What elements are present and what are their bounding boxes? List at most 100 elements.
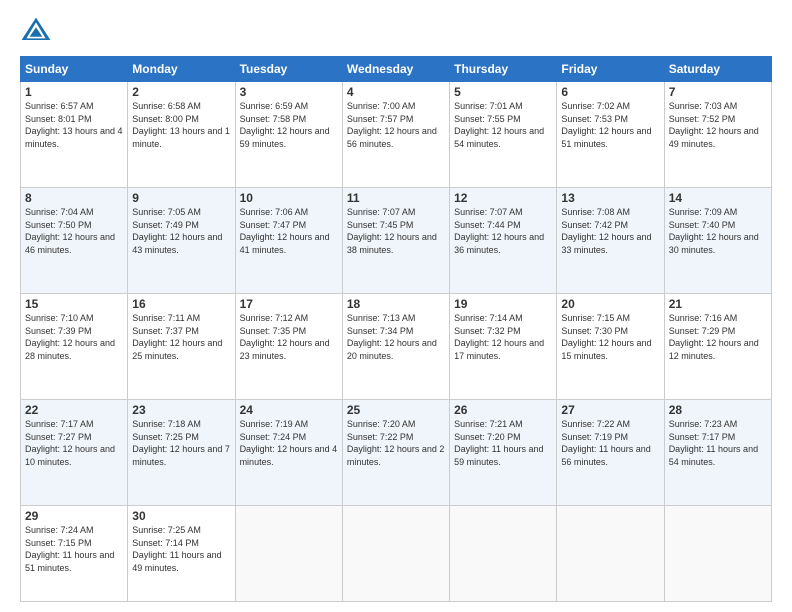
calendar-cell: 12Sunrise: 7:07 AMSunset: 7:44 PMDayligh… xyxy=(450,188,557,294)
day-number: 3 xyxy=(240,85,338,99)
day-number: 23 xyxy=(132,403,230,417)
calendar-week-3: 15Sunrise: 7:10 AMSunset: 7:39 PMDayligh… xyxy=(21,294,772,400)
day-number: 19 xyxy=(454,297,552,311)
col-header-tuesday: Tuesday xyxy=(235,57,342,82)
day-info: Sunrise: 7:07 AMSunset: 7:45 PMDaylight:… xyxy=(347,206,445,256)
logo xyxy=(20,16,56,48)
calendar-cell: 20Sunrise: 7:15 AMSunset: 7:30 PMDayligh… xyxy=(557,294,664,400)
day-number: 12 xyxy=(454,191,552,205)
day-number: 11 xyxy=(347,191,445,205)
calendar-cell: 22Sunrise: 7:17 AMSunset: 7:27 PMDayligh… xyxy=(21,400,128,506)
day-number: 2 xyxy=(132,85,230,99)
calendar-week-4: 22Sunrise: 7:17 AMSunset: 7:27 PMDayligh… xyxy=(21,400,772,506)
calendar-cell: 29Sunrise: 7:24 AMSunset: 7:15 PMDayligh… xyxy=(21,506,128,602)
day-info: Sunrise: 7:23 AMSunset: 7:17 PMDaylight:… xyxy=(669,418,767,468)
day-info: Sunrise: 7:13 AMSunset: 7:34 PMDaylight:… xyxy=(347,312,445,362)
day-number: 20 xyxy=(561,297,659,311)
col-header-wednesday: Wednesday xyxy=(342,57,449,82)
calendar-cell: 23Sunrise: 7:18 AMSunset: 7:25 PMDayligh… xyxy=(128,400,235,506)
day-info: Sunrise: 7:15 AMSunset: 7:30 PMDaylight:… xyxy=(561,312,659,362)
day-number: 27 xyxy=(561,403,659,417)
day-number: 15 xyxy=(25,297,123,311)
calendar-cell: 9Sunrise: 7:05 AMSunset: 7:49 PMDaylight… xyxy=(128,188,235,294)
calendar-cell: 24Sunrise: 7:19 AMSunset: 7:24 PMDayligh… xyxy=(235,400,342,506)
calendar-week-2: 8Sunrise: 7:04 AMSunset: 7:50 PMDaylight… xyxy=(21,188,772,294)
calendar-cell: 13Sunrise: 7:08 AMSunset: 7:42 PMDayligh… xyxy=(557,188,664,294)
calendar-cell: 30Sunrise: 7:25 AMSunset: 7:14 PMDayligh… xyxy=(128,506,235,602)
day-info: Sunrise: 7:22 AMSunset: 7:19 PMDaylight:… xyxy=(561,418,659,468)
calendar-cell xyxy=(342,506,449,602)
calendar-cell: 21Sunrise: 7:16 AMSunset: 7:29 PMDayligh… xyxy=(664,294,771,400)
day-number: 30 xyxy=(132,509,230,523)
day-info: Sunrise: 7:05 AMSunset: 7:49 PMDaylight:… xyxy=(132,206,230,256)
col-header-sunday: Sunday xyxy=(21,57,128,82)
day-info: Sunrise: 7:03 AMSunset: 7:52 PMDaylight:… xyxy=(669,100,767,150)
calendar: SundayMondayTuesdayWednesdayThursdayFrid… xyxy=(20,56,772,602)
col-header-thursday: Thursday xyxy=(450,57,557,82)
day-number: 28 xyxy=(669,403,767,417)
day-info: Sunrise: 7:21 AMSunset: 7:20 PMDaylight:… xyxy=(454,418,552,468)
day-info: Sunrise: 6:59 AMSunset: 7:58 PMDaylight:… xyxy=(240,100,338,150)
day-number: 18 xyxy=(347,297,445,311)
day-number: 17 xyxy=(240,297,338,311)
day-info: Sunrise: 7:09 AMSunset: 7:40 PMDaylight:… xyxy=(669,206,767,256)
day-number: 25 xyxy=(347,403,445,417)
day-number: 8 xyxy=(25,191,123,205)
calendar-cell: 26Sunrise: 7:21 AMSunset: 7:20 PMDayligh… xyxy=(450,400,557,506)
calendar-cell: 17Sunrise: 7:12 AMSunset: 7:35 PMDayligh… xyxy=(235,294,342,400)
day-number: 7 xyxy=(669,85,767,99)
day-info: Sunrise: 7:18 AMSunset: 7:25 PMDaylight:… xyxy=(132,418,230,468)
calendar-cell xyxy=(235,506,342,602)
calendar-cell: 11Sunrise: 7:07 AMSunset: 7:45 PMDayligh… xyxy=(342,188,449,294)
calendar-cell: 19Sunrise: 7:14 AMSunset: 7:32 PMDayligh… xyxy=(450,294,557,400)
calendar-cell: 28Sunrise: 7:23 AMSunset: 7:17 PMDayligh… xyxy=(664,400,771,506)
day-number: 29 xyxy=(25,509,123,523)
day-number: 6 xyxy=(561,85,659,99)
calendar-header-row: SundayMondayTuesdayWednesdayThursdayFrid… xyxy=(21,57,772,82)
calendar-cell: 7Sunrise: 7:03 AMSunset: 7:52 PMDaylight… xyxy=(664,82,771,188)
calendar-cell: 5Sunrise: 7:01 AMSunset: 7:55 PMDaylight… xyxy=(450,82,557,188)
page: SundayMondayTuesdayWednesdayThursdayFrid… xyxy=(0,0,792,612)
calendar-cell: 1Sunrise: 6:57 AMSunset: 8:01 PMDaylight… xyxy=(21,82,128,188)
calendar-cell xyxy=(664,506,771,602)
day-info: Sunrise: 7:01 AMSunset: 7:55 PMDaylight:… xyxy=(454,100,552,150)
calendar-cell: 16Sunrise: 7:11 AMSunset: 7:37 PMDayligh… xyxy=(128,294,235,400)
day-info: Sunrise: 6:57 AMSunset: 8:01 PMDaylight:… xyxy=(25,100,123,150)
day-number: 1 xyxy=(25,85,123,99)
day-number: 4 xyxy=(347,85,445,99)
day-info: Sunrise: 7:17 AMSunset: 7:27 PMDaylight:… xyxy=(25,418,123,468)
day-number: 24 xyxy=(240,403,338,417)
header xyxy=(20,16,772,48)
col-header-monday: Monday xyxy=(128,57,235,82)
calendar-cell: 15Sunrise: 7:10 AMSunset: 7:39 PMDayligh… xyxy=(21,294,128,400)
day-info: Sunrise: 7:00 AMSunset: 7:57 PMDaylight:… xyxy=(347,100,445,150)
day-info: Sunrise: 7:11 AMSunset: 7:37 PMDaylight:… xyxy=(132,312,230,362)
day-info: Sunrise: 7:25 AMSunset: 7:14 PMDaylight:… xyxy=(132,524,230,574)
day-info: Sunrise: 7:06 AMSunset: 7:47 PMDaylight:… xyxy=(240,206,338,256)
day-info: Sunrise: 7:16 AMSunset: 7:29 PMDaylight:… xyxy=(669,312,767,362)
calendar-cell: 8Sunrise: 7:04 AMSunset: 7:50 PMDaylight… xyxy=(21,188,128,294)
day-number: 22 xyxy=(25,403,123,417)
calendar-cell: 4Sunrise: 7:00 AMSunset: 7:57 PMDaylight… xyxy=(342,82,449,188)
day-number: 10 xyxy=(240,191,338,205)
day-info: Sunrise: 7:04 AMSunset: 7:50 PMDaylight:… xyxy=(25,206,123,256)
day-info: Sunrise: 6:58 AMSunset: 8:00 PMDaylight:… xyxy=(132,100,230,150)
calendar-cell: 25Sunrise: 7:20 AMSunset: 7:22 PMDayligh… xyxy=(342,400,449,506)
col-header-friday: Friday xyxy=(557,57,664,82)
day-number: 14 xyxy=(669,191,767,205)
calendar-cell: 14Sunrise: 7:09 AMSunset: 7:40 PMDayligh… xyxy=(664,188,771,294)
calendar-cell: 27Sunrise: 7:22 AMSunset: 7:19 PMDayligh… xyxy=(557,400,664,506)
calendar-cell: 10Sunrise: 7:06 AMSunset: 7:47 PMDayligh… xyxy=(235,188,342,294)
calendar-cell: 2Sunrise: 6:58 AMSunset: 8:00 PMDaylight… xyxy=(128,82,235,188)
day-number: 9 xyxy=(132,191,230,205)
logo-icon xyxy=(20,16,52,48)
calendar-cell xyxy=(450,506,557,602)
day-number: 5 xyxy=(454,85,552,99)
day-info: Sunrise: 7:07 AMSunset: 7:44 PMDaylight:… xyxy=(454,206,552,256)
calendar-week-1: 1Sunrise: 6:57 AMSunset: 8:01 PMDaylight… xyxy=(21,82,772,188)
calendar-cell: 6Sunrise: 7:02 AMSunset: 7:53 PMDaylight… xyxy=(557,82,664,188)
calendar-cell: 18Sunrise: 7:13 AMSunset: 7:34 PMDayligh… xyxy=(342,294,449,400)
calendar-week-5: 29Sunrise: 7:24 AMSunset: 7:15 PMDayligh… xyxy=(21,506,772,602)
day-info: Sunrise: 7:20 AMSunset: 7:22 PMDaylight:… xyxy=(347,418,445,468)
day-number: 16 xyxy=(132,297,230,311)
